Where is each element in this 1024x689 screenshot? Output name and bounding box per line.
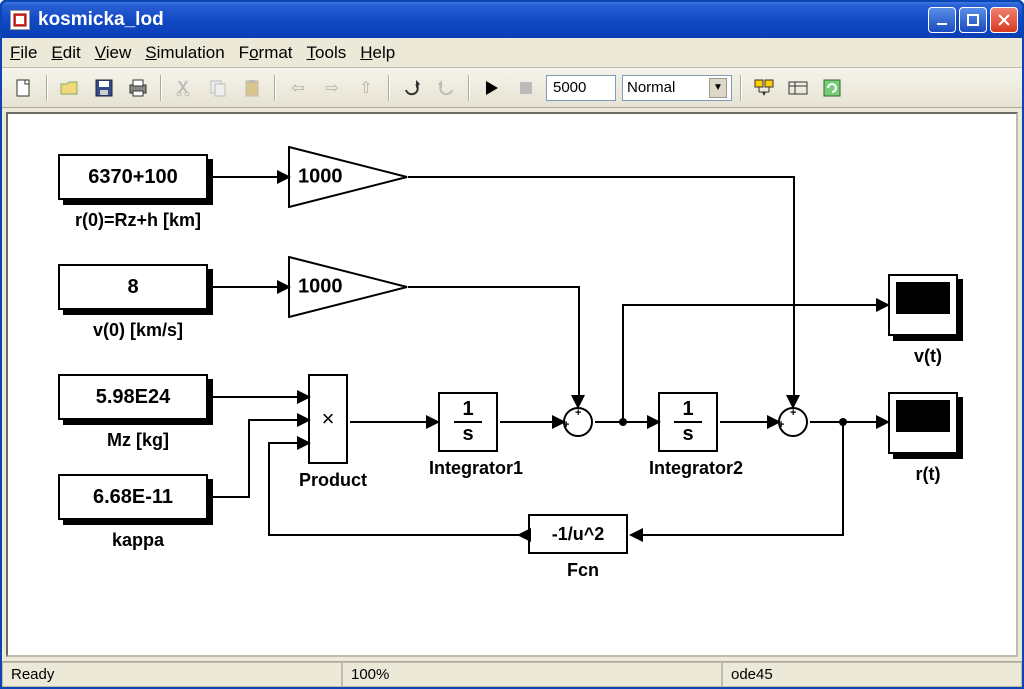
fcn-label: Fcn	[558, 560, 608, 581]
integrator2-block[interactable]: 1 s	[658, 392, 718, 452]
integrator1-label: Integrator1	[416, 458, 536, 479]
scope-vt-label: v(t)	[903, 346, 953, 367]
titlebar: kosmicka_lod	[2, 2, 1022, 38]
integrator2-num: 1	[674, 398, 701, 423]
constant-v0-value: 8	[127, 276, 138, 299]
redo-button[interactable]	[432, 74, 460, 102]
menu-help[interactable]: Help	[360, 43, 395, 63]
scope-vt[interactable]	[888, 274, 958, 336]
product-symbol: ×	[322, 406, 335, 432]
save-button[interactable]	[90, 74, 118, 102]
fcn-expr: -1/u^2	[552, 524, 605, 545]
gain-block-2[interactable]: 1000	[288, 256, 408, 318]
menu-edit[interactable]: Edit	[51, 43, 80, 63]
start-sim-button[interactable]	[478, 74, 506, 102]
paste-button[interactable]	[238, 74, 266, 102]
menu-tools[interactable]: Tools	[307, 43, 347, 63]
menu-simulation[interactable]: Simulation	[145, 43, 224, 63]
sum-block-2[interactable]: + +	[778, 407, 808, 437]
constant-block-mz[interactable]: 5.98E24	[58, 374, 208, 420]
stop-time-input[interactable]	[546, 75, 616, 101]
constant-block-v0[interactable]: 8	[58, 264, 208, 310]
cut-button[interactable]	[170, 74, 198, 102]
library-browser-button[interactable]	[750, 74, 778, 102]
toolbar: ⇦ ⇨ ⇧ Normal ▼	[2, 68, 1022, 108]
constant-block-r0[interactable]: 6370+100	[58, 154, 208, 200]
simulink-window: kosmicka_lod File Edit View Simulation F…	[0, 0, 1024, 689]
new-model-button[interactable]	[10, 74, 38, 102]
dropdown-arrow-icon: ▼	[709, 78, 727, 98]
scope-rt[interactable]	[888, 392, 958, 454]
forward-button[interactable]: ⇨	[318, 74, 346, 102]
simulation-mode-select[interactable]: Normal ▼	[622, 75, 732, 101]
fcn-block[interactable]: -1/u^2	[528, 514, 628, 554]
sum-block-1[interactable]: + +	[563, 407, 593, 437]
product-label: Product	[288, 470, 378, 491]
open-button[interactable]	[56, 74, 84, 102]
gain2-value: 1000	[298, 276, 343, 299]
undo-button[interactable]	[398, 74, 426, 102]
menu-file[interactable]: File	[10, 43, 37, 63]
constant-r0-label: r(0)=Rz+h [km]	[48, 210, 228, 231]
integrator2-den: s	[674, 423, 701, 446]
integrator2-label: Integrator2	[636, 458, 756, 479]
back-button[interactable]: ⇦	[284, 74, 312, 102]
gain1-value: 1000	[298, 166, 343, 189]
scope-rt-screen	[896, 400, 950, 432]
constant-block-kappa[interactable]: 6.68E-11	[58, 474, 208, 520]
integrator1-block[interactable]: 1 s	[438, 392, 498, 452]
menu-view[interactable]: View	[95, 43, 132, 63]
constant-v0-label: v(0) [km/s]	[68, 320, 208, 341]
integrator1-num: 1	[454, 398, 481, 423]
menu-format[interactable]: Format	[239, 43, 293, 63]
constant-r0-value: 6370+100	[88, 166, 178, 189]
constant-mz-label: Mz [kg]	[88, 430, 188, 451]
gain-block-1[interactable]: 1000	[288, 146, 408, 208]
model-explorer-button[interactable]	[784, 74, 812, 102]
integrator1-den: s	[454, 423, 481, 446]
statusbar: Ready 100% ode45	[2, 661, 1022, 687]
product-block[interactable]: ×	[308, 374, 348, 464]
close-button[interactable]	[990, 7, 1018, 33]
scope-vt-screen	[896, 282, 950, 314]
up-button[interactable]: ⇧	[352, 74, 380, 102]
status-zoom: 100%	[342, 662, 722, 687]
refresh-button[interactable]	[818, 74, 846, 102]
constant-kappa-value: 6.68E-11	[93, 486, 173, 509]
status-solver: ode45	[722, 662, 1022, 687]
model-canvas[interactable]: 6370+100 r(0)=Rz+h [km] 8 v(0) [km/s] 5.…	[6, 112, 1018, 657]
stop-sim-button[interactable]	[512, 74, 540, 102]
status-state: Ready	[2, 662, 342, 687]
scope-rt-label: r(t)	[903, 464, 953, 485]
maximize-button[interactable]	[959, 7, 987, 33]
simulation-mode-value: Normal	[627, 79, 675, 96]
minimize-button[interactable]	[928, 7, 956, 33]
copy-button[interactable]	[204, 74, 232, 102]
print-button[interactable]	[124, 74, 152, 102]
constant-mz-value: 5.98E24	[96, 386, 171, 409]
menubar: File Edit View Simulation Format Tools H…	[2, 38, 1022, 68]
simulink-app-icon	[10, 10, 30, 30]
constant-kappa-label: kappa	[98, 530, 178, 551]
window-title: kosmicka_lod	[38, 9, 928, 31]
